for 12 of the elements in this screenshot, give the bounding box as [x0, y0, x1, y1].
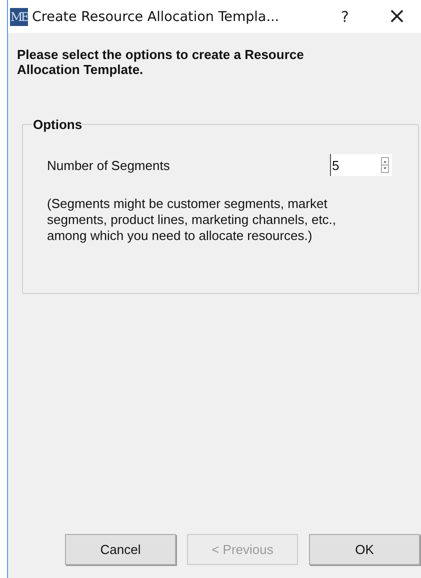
window-title: Create Resource Allocation Templa...: [32, 8, 280, 24]
help-button[interactable]: ?: [330, 0, 360, 32]
segments-spinner[interactable]: 5: [330, 154, 392, 176]
dialog-button[interactable]: OK: [309, 534, 420, 565]
note-text: (Segments might be customer segments, market segments, product lines, marketing channels, etc., among which you need to allocate resources.): [47, 196, 338, 244]
instruction-text: Please select the options to create a Resource Allocation Template.: [17, 47, 305, 77]
app-icon: ME: [10, 8, 28, 26]
close-button[interactable]: ×: [382, 0, 412, 32]
dialog-button[interactable]: Cancel: [65, 534, 176, 565]
group-legend: Options: [33, 117, 82, 132]
field-label: Number of Segments: [47, 158, 170, 172]
spin-arrows-icon[interactable]: [381, 157, 389, 173]
